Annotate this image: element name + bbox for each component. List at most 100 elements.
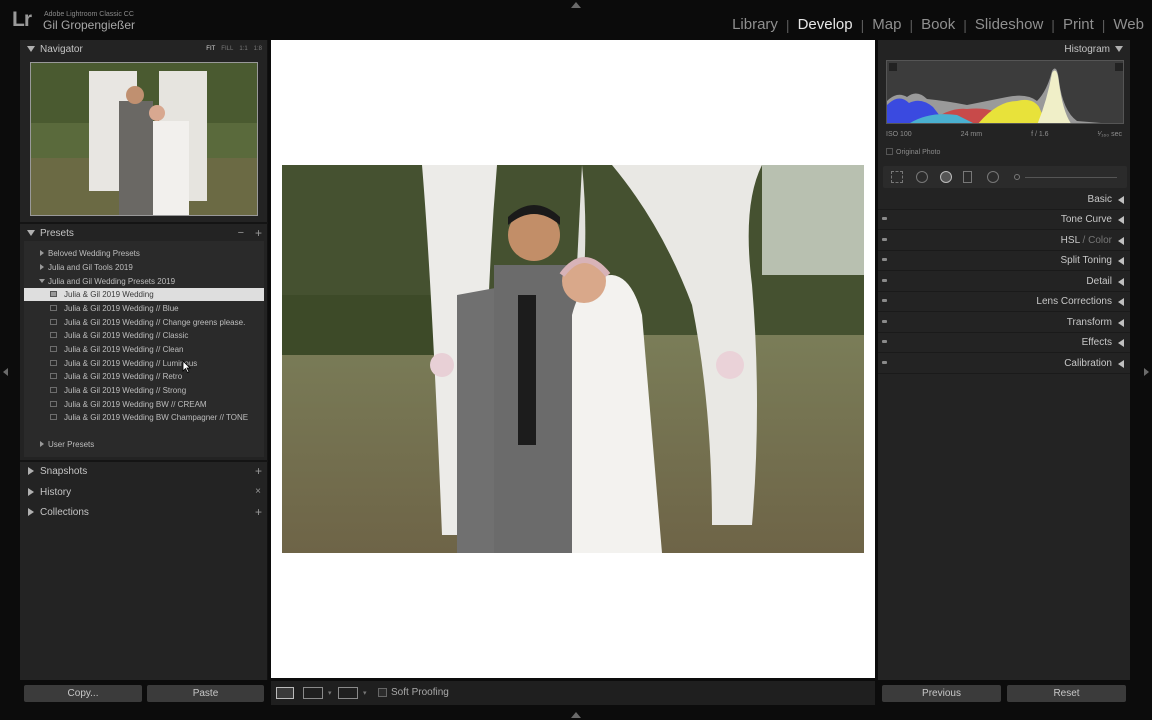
collapse-triangle-icon[interactable] xyxy=(27,46,35,52)
expand-triangle-icon[interactable] xyxy=(40,441,44,447)
before-after-icon[interactable] xyxy=(303,687,323,699)
reset-button[interactable]: Reset xyxy=(1007,685,1126,702)
snapshots-header[interactable]: Snapshots + xyxy=(20,462,268,482)
expand-triangle-icon[interactable] xyxy=(40,250,44,256)
preset-item[interactable]: Julia & Gil 2019 Wedding // Classic xyxy=(24,329,264,342)
add-collection-icon[interactable]: + xyxy=(255,505,262,519)
preset-folder-user[interactable]: User Presets xyxy=(24,438,264,451)
module-develop[interactable]: Develop xyxy=(798,16,853,33)
preset-item[interactable]: Julia & Gil 2019 Wedding // Change green… xyxy=(24,316,264,329)
module-slideshow[interactable]: Slideshow xyxy=(975,16,1043,33)
panel-split-toning[interactable]: Split Toning xyxy=(878,251,1130,271)
hsl-tab[interactable]: HSL xyxy=(1061,235,1080,246)
panel-switch-icon[interactable] xyxy=(882,299,887,302)
collapse-triangle-icon[interactable] xyxy=(27,230,35,236)
preset-item[interactable]: Julia & Gil 2019 Wedding // Retro xyxy=(24,370,264,383)
zoom-1-8[interactable]: 1:8 xyxy=(254,46,262,52)
preset-folder-tools[interactable]: Julia and Gil Tools 2019 xyxy=(24,261,264,274)
collapse-triangle-icon[interactable] xyxy=(39,279,45,283)
expand-triangle-icon[interactable] xyxy=(40,264,44,270)
panel-switch-icon[interactable] xyxy=(882,320,887,323)
panel-transform[interactable]: Transform xyxy=(878,313,1130,333)
expand-triangle-icon[interactable] xyxy=(1118,237,1124,245)
module-book[interactable]: Book xyxy=(921,16,955,33)
preset-item[interactable]: Julia & Gil 2019 Wedding BW // CREAM xyxy=(24,398,264,411)
expand-triangle-icon[interactable] xyxy=(1118,278,1124,286)
module-print[interactable]: Print xyxy=(1063,16,1094,33)
expand-triangle-icon[interactable] xyxy=(1118,298,1124,306)
module-map[interactable]: Map xyxy=(872,16,901,33)
collections-header[interactable]: Collections + xyxy=(20,503,268,523)
expand-triangle-icon[interactable] xyxy=(28,488,34,496)
remove-preset-icon[interactable]: − xyxy=(238,227,244,239)
spot-removal-icon[interactable] xyxy=(916,171,928,183)
expand-triangle-icon[interactable] xyxy=(1118,216,1124,224)
expand-triangle-icon[interactable] xyxy=(1118,360,1124,368)
histogram[interactable] xyxy=(886,60,1124,124)
panel-switch-icon[interactable] xyxy=(882,361,887,364)
panel-switch-icon[interactable] xyxy=(882,217,887,220)
panel-basic[interactable]: Basic xyxy=(878,190,1130,210)
expand-triangle-icon[interactable] xyxy=(1118,339,1124,347)
clear-history-icon[interactable]: × xyxy=(255,486,261,497)
soft-proofing-checkbox[interactable] xyxy=(378,688,387,697)
expand-triangle-icon[interactable] xyxy=(28,508,34,516)
color-tab[interactable]: / Color xyxy=(1080,235,1112,246)
zoom-fit[interactable]: FIT xyxy=(206,46,215,52)
preset-item[interactable]: Julia & Gil 2019 Wedding // Luminous xyxy=(24,357,264,370)
loupe-view[interactable] xyxy=(271,40,875,678)
panel-switch-icon[interactable] xyxy=(882,340,887,343)
module-web[interactable]: Web xyxy=(1113,16,1144,33)
panel-tone-curve[interactable]: Tone Curve xyxy=(878,210,1130,230)
module-library[interactable]: Library xyxy=(732,16,778,33)
crop-tool-icon[interactable] xyxy=(891,171,903,183)
expand-triangle-icon[interactable] xyxy=(1118,257,1124,265)
histogram-header[interactable]: Histogram xyxy=(878,40,1130,60)
copy-settings-button[interactable]: Copy... xyxy=(24,685,142,702)
panel-calibration[interactable]: Calibration xyxy=(878,354,1130,374)
dropdown-caret-icon[interactable]: ▾ xyxy=(328,689,332,697)
navigator-preview[interactable] xyxy=(30,62,258,216)
loupe-view-icon[interactable] xyxy=(276,687,294,699)
brush-size-slider[interactable] xyxy=(1025,177,1117,178)
show-filmstrip-arrow-icon[interactable] xyxy=(571,712,581,718)
dropdown-caret-icon[interactable]: ▾ xyxy=(363,689,367,697)
original-photo-checkbox[interactable] xyxy=(886,148,893,155)
original-photo-toggle[interactable]: Original Photo xyxy=(886,148,940,156)
preset-item[interactable]: Julia & Gil 2019 Wedding xyxy=(24,288,264,301)
panel-switch-icon[interactable] xyxy=(882,238,887,241)
hide-top-panel-arrow-icon[interactable] xyxy=(571,2,581,8)
panel-switch-icon[interactable] xyxy=(882,279,887,282)
panel-switch-icon[interactable] xyxy=(882,258,887,261)
history-header[interactable]: History × xyxy=(20,483,268,503)
preset-item[interactable]: Julia & Gil 2019 Wedding // Clean xyxy=(24,343,264,356)
previous-button[interactable]: Previous xyxy=(882,685,1001,702)
radial-filter-icon[interactable] xyxy=(987,171,999,183)
hide-left-panel-arrow-icon[interactable] xyxy=(3,368,8,376)
preset-item[interactable]: Julia & Gil 2019 Wedding BW Champagner /… xyxy=(24,411,264,424)
graduated-filter-icon[interactable] xyxy=(963,171,972,183)
red-eye-icon[interactable] xyxy=(940,171,952,183)
add-preset-icon[interactable]: + xyxy=(255,226,262,240)
paste-settings-button[interactable]: Paste xyxy=(147,685,264,702)
preset-folder-beloved[interactable]: Beloved Wedding Presets xyxy=(24,247,264,260)
hide-right-panel-arrow-icon[interactable] xyxy=(1144,368,1149,376)
preset-item[interactable]: Julia & Gil 2019 Wedding // Strong xyxy=(24,384,264,397)
preset-folder-wedding[interactable]: Julia and Gil Wedding Presets 2019 xyxy=(24,275,264,288)
main-photo[interactable] xyxy=(282,165,864,553)
zoom-1-1[interactable]: 1:1 xyxy=(239,46,247,52)
expand-triangle-icon[interactable] xyxy=(28,467,34,475)
zoom-fill[interactable]: FILL xyxy=(221,46,233,52)
panel-effects[interactable]: Effects xyxy=(878,333,1130,353)
before-after-swap-icon[interactable] xyxy=(338,687,358,699)
panel-detail[interactable]: Detail xyxy=(878,272,1130,292)
add-snapshot-icon[interactable]: + xyxy=(255,464,262,478)
collapse-triangle-icon[interactable] xyxy=(1115,46,1123,52)
panel-lens-corrections[interactable]: Lens Corrections xyxy=(878,292,1130,312)
adjustment-brush-icon[interactable] xyxy=(1014,174,1020,180)
expand-triangle-icon[interactable] xyxy=(1118,319,1124,327)
panel-hsl[interactable]: HSL / Color xyxy=(878,231,1130,251)
expand-triangle-icon[interactable] xyxy=(1118,196,1124,204)
preset-item[interactable]: Julia & Gil 2019 Wedding // Blue xyxy=(24,302,264,315)
navigator-header[interactable]: Navigator FIT FILL 1:1 1:8 xyxy=(20,40,268,60)
